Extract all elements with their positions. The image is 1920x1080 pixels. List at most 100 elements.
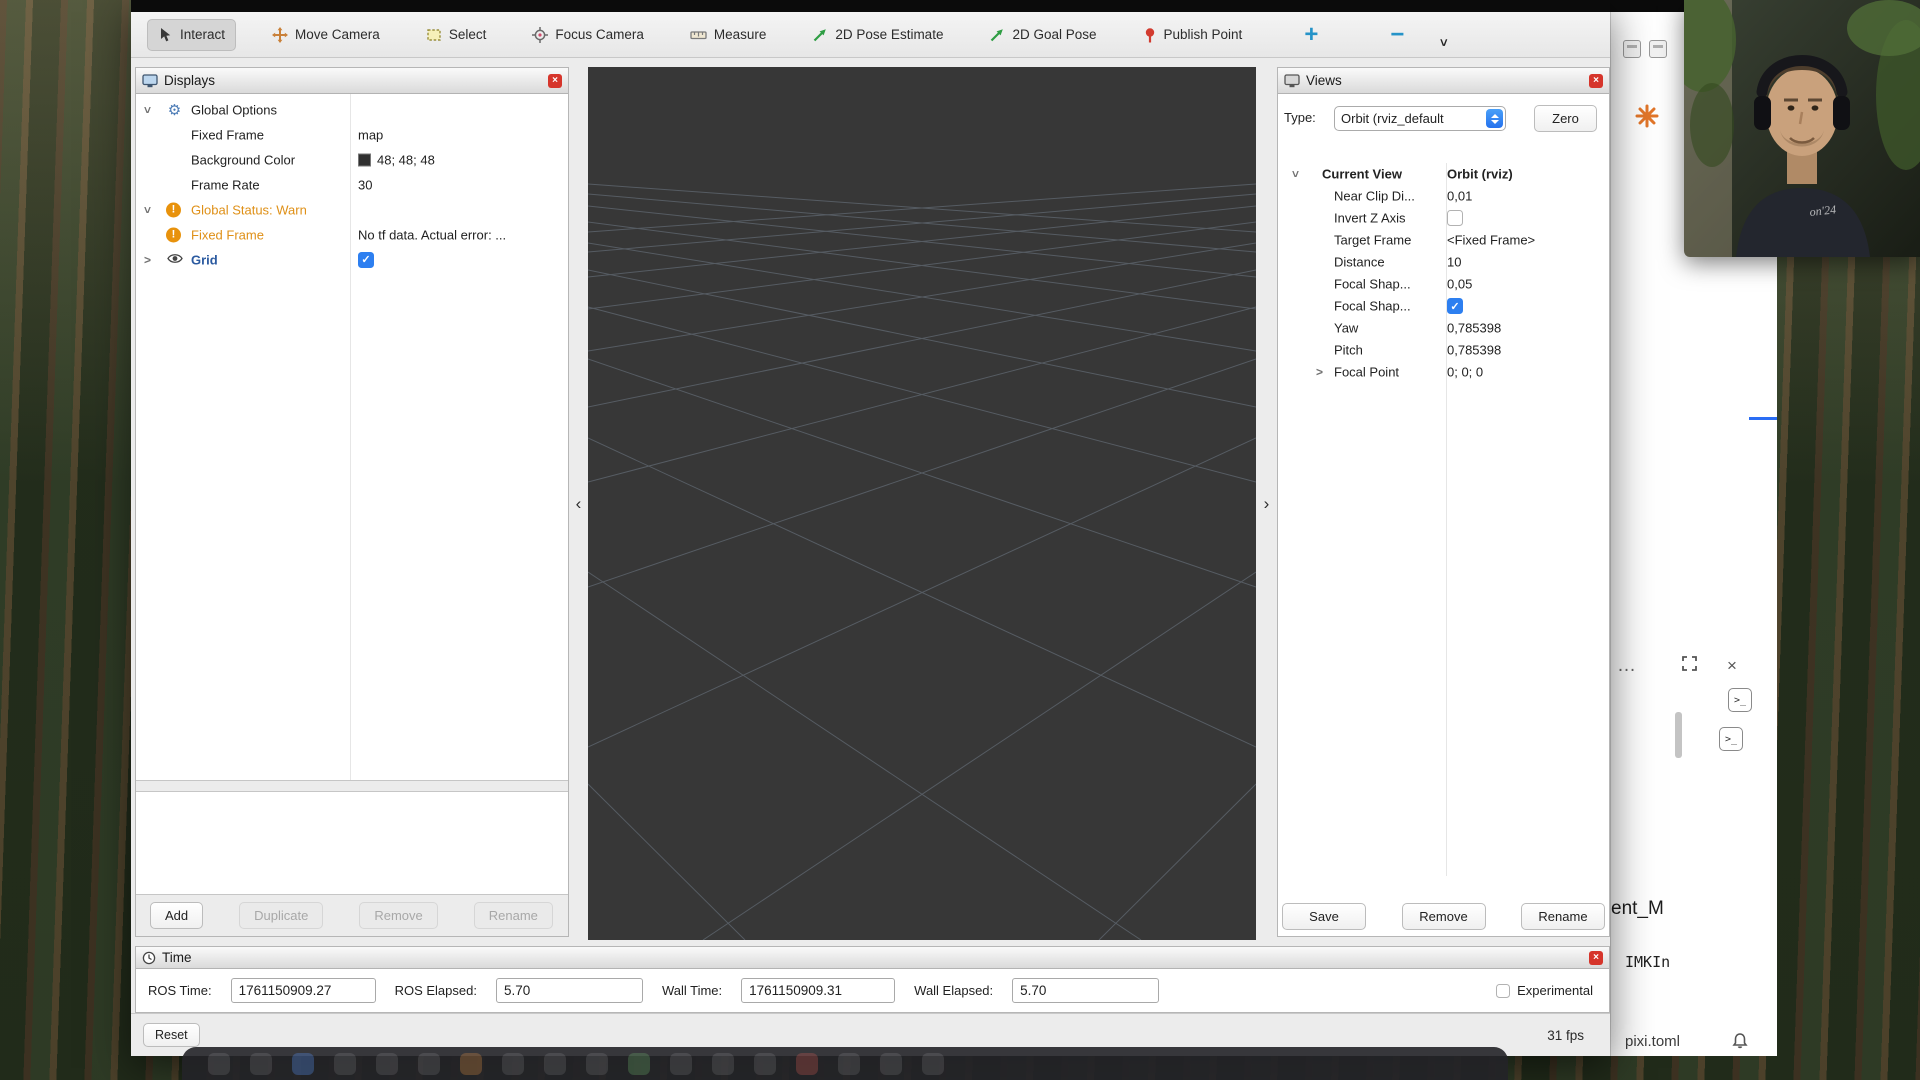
view-row-near-clip[interactable]: Near Clip Di... 0,01 xyxy=(1278,185,1609,207)
row-value[interactable]: 48; 48; 48 xyxy=(358,152,435,167)
tool-2d-goal-pose[interactable]: 2D Goal Pose xyxy=(979,19,1106,51)
time-panel-header[interactable]: Time × xyxy=(136,947,1609,969)
tool-publish-point[interactable]: Publish Point xyxy=(1133,19,1253,51)
view-row-current-view[interactable]: > Current View Orbit (rviz) xyxy=(1278,163,1609,185)
disclosure-icon[interactable]: > xyxy=(141,106,155,113)
tree-row-frame-rate[interactable]: Frame Rate 30 xyxy=(136,172,568,197)
views-panel-header[interactable]: Views × xyxy=(1278,68,1609,94)
collapse-left-icon[interactable]: ‹ xyxy=(576,494,582,514)
tree-row-global-status[interactable]: > ! Global Status: Warn xyxy=(136,197,568,222)
duplicate-display-button[interactable]: Duplicate xyxy=(239,902,323,929)
dock-icon[interactable] xyxy=(292,1053,314,1075)
dock-icon[interactable] xyxy=(418,1053,440,1075)
row-value[interactable]: 0,785398 xyxy=(1447,343,1501,358)
view-row-target-frame[interactable]: Target Frame <Fixed Frame> xyxy=(1278,229,1609,251)
focal-shape-checkbox[interactable]: ✓ xyxy=(1447,298,1463,314)
dock-icon[interactable] xyxy=(754,1053,776,1075)
collapse-right-icon[interactable]: › xyxy=(1264,494,1270,514)
remove-tool-button[interactable]: − xyxy=(1390,21,1404,49)
disclosure-icon[interactable]: > xyxy=(1289,170,1303,177)
tree-row-fixed-frame-status[interactable]: ! Fixed Frame No tf data. Actual error: … xyxy=(136,222,568,247)
3d-viewport[interactable] xyxy=(588,67,1256,940)
view-row-distance[interactable]: Distance 10 xyxy=(1278,251,1609,273)
terminal-icon[interactable]: >_ xyxy=(1728,688,1752,712)
right-splitter[interactable]: › xyxy=(1256,67,1277,940)
dock-icon[interactable] xyxy=(460,1053,482,1075)
view-row-focal-point[interactable]: > Focal Point 0; 0; 0 xyxy=(1278,361,1609,383)
row-value[interactable]: 30 xyxy=(358,177,372,192)
dock-icon[interactable] xyxy=(502,1053,524,1075)
rename-display-button[interactable]: Rename xyxy=(474,902,553,929)
webcam-overlay[interactable]: on'24 xyxy=(1684,0,1920,257)
experimental-checkbox[interactable] xyxy=(1496,984,1510,998)
wall-time-field[interactable]: 1761150909.31 xyxy=(741,978,895,1003)
add-tool-button[interactable]: + xyxy=(1304,21,1318,49)
zero-button[interactable]: Zero xyxy=(1534,105,1597,132)
dock-icon[interactable] xyxy=(838,1053,860,1075)
row-value[interactable]: map xyxy=(358,127,383,142)
remove-display-button[interactable]: Remove xyxy=(359,902,437,929)
more-options-icon[interactable]: … xyxy=(1617,655,1638,677)
tool-select[interactable]: Select xyxy=(416,19,497,51)
dock-icon[interactable] xyxy=(796,1053,818,1075)
row-value[interactable]: 0,05 xyxy=(1447,277,1472,292)
grid-enabled-checkbox[interactable]: ✓ xyxy=(358,252,374,268)
reset-button[interactable]: Reset xyxy=(143,1023,200,1047)
color-swatch[interactable] xyxy=(358,153,371,166)
close-panel-button[interactable]: × xyxy=(548,74,562,88)
fullscreen-icon[interactable] xyxy=(1681,655,1698,677)
row-value[interactable]: 10 xyxy=(1447,255,1461,270)
remove-view-button[interactable]: Remove xyxy=(1402,903,1486,930)
tool-measure[interactable]: Measure xyxy=(680,19,777,51)
bell-icon[interactable] xyxy=(1731,1032,1749,1055)
scrollbar-thumb[interactable] xyxy=(1675,712,1682,758)
tree-row-background-color[interactable]: Background Color 48; 48; 48 xyxy=(136,147,568,172)
view-row-pitch[interactable]: Pitch 0,785398 xyxy=(1278,339,1609,361)
add-display-button[interactable]: Add xyxy=(150,902,203,929)
window-icon[interactable] xyxy=(1649,40,1667,58)
tree-row-fixed-frame[interactable]: Fixed Frame map xyxy=(136,122,568,147)
tree-row-global-options[interactable]: > ⚙ Global Options xyxy=(136,97,568,122)
rename-view-button[interactable]: Rename xyxy=(1521,903,1605,930)
dock-icon[interactable] xyxy=(880,1053,902,1075)
view-row-focal-shape-fixed[interactable]: Focal Shap... ✓ xyxy=(1278,295,1609,317)
tool-move-camera[interactable]: Move Camera xyxy=(262,19,390,51)
left-splitter[interactable]: ‹ xyxy=(569,67,588,940)
dock-icon[interactable] xyxy=(670,1053,692,1075)
rviz-window[interactable]: Interact Move Camera Select Fo xyxy=(131,0,1610,1056)
window-icon[interactable] xyxy=(1623,40,1641,58)
invert-z-checkbox[interactable] xyxy=(1447,210,1463,226)
dock-icon[interactable] xyxy=(712,1053,734,1075)
row-value[interactable]: 0; 0; 0 xyxy=(1447,365,1483,380)
save-view-button[interactable]: Save xyxy=(1282,903,1366,930)
terminal-icon[interactable]: >_ xyxy=(1719,727,1743,751)
disclosure-icon[interactable]: > xyxy=(141,206,155,213)
dock-icon[interactable] xyxy=(922,1053,944,1075)
close-icon[interactable]: × xyxy=(1727,656,1737,676)
row-value[interactable]: 0,01 xyxy=(1447,189,1472,204)
ros-time-field[interactable]: 1761150909.27 xyxy=(231,978,376,1003)
dock-icon[interactable] xyxy=(628,1053,650,1075)
ros-elapsed-field[interactable]: 5.70 xyxy=(496,978,643,1003)
displays-panel-header[interactable]: Displays × xyxy=(136,68,568,94)
view-row-focal-shape-size[interactable]: Focal Shap... 0,05 xyxy=(1278,273,1609,295)
dock-icon[interactable] xyxy=(250,1053,272,1075)
close-panel-button[interactable]: × xyxy=(1589,951,1603,965)
dock-icon[interactable] xyxy=(334,1053,356,1075)
dock-icon[interactable] xyxy=(208,1053,230,1075)
close-panel-button[interactable]: × xyxy=(1589,74,1603,88)
tree-row-grid[interactable]: > Grid ✓ xyxy=(136,247,568,272)
toolbar-overflow-icon[interactable]: > xyxy=(1437,39,1452,47)
wall-elapsed-field[interactable]: 5.70 xyxy=(1012,978,1159,1003)
row-value[interactable]: 0,785398 xyxy=(1447,321,1501,336)
tool-interact[interactable]: Interact xyxy=(147,19,236,51)
row-value[interactable]: <Fixed Frame> xyxy=(1447,233,1535,248)
dock-icon[interactable] xyxy=(544,1053,566,1075)
view-type-select[interactable]: Orbit (rviz_default xyxy=(1334,106,1506,131)
view-row-invert-z[interactable]: Invert Z Axis xyxy=(1278,207,1609,229)
disclosure-icon[interactable]: > xyxy=(144,253,151,267)
view-row-yaw[interactable]: Yaw 0,785398 xyxy=(1278,317,1609,339)
dock-icon[interactable] xyxy=(376,1053,398,1075)
tool-2d-pose-estimate[interactable]: 2D Pose Estimate xyxy=(802,19,953,51)
disclosure-icon[interactable]: > xyxy=(1316,365,1323,379)
